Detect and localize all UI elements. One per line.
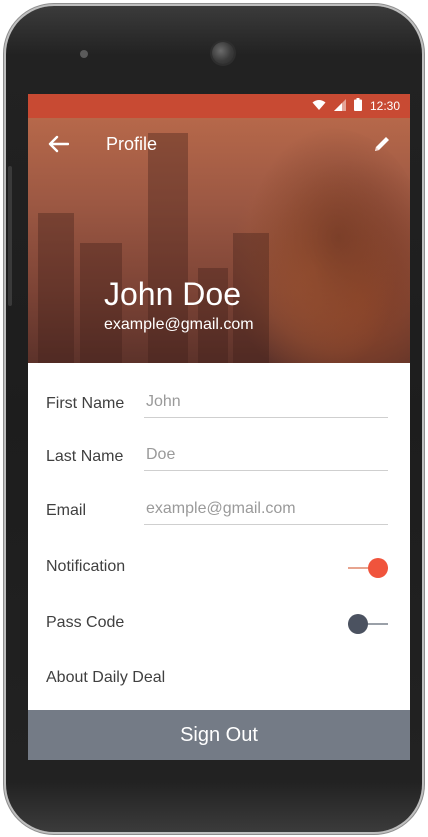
last-name-field-wrapper (144, 440, 388, 471)
arrow-left-icon (47, 135, 70, 158)
pencil-icon (372, 134, 392, 159)
status-time: 12:30 (369, 99, 400, 113)
profile-form: First Name Last Name Email Notification (28, 363, 410, 710)
phone-side-button (8, 166, 12, 306)
last-name-label: Last Name (46, 448, 124, 465)
last-name-field[interactable] (144, 445, 388, 465)
profile-name: John Doe (104, 276, 241, 312)
screen: 12:30 Profile John Doe example@gmail.com… (28, 94, 410, 760)
first-name-row: First Name (28, 383, 410, 427)
pass-code-toggle-knob (348, 614, 368, 634)
email-field[interactable] (144, 499, 388, 519)
email-field-wrapper (144, 494, 388, 525)
notification-toggle-knob (368, 558, 388, 578)
page-title: Profile (106, 134, 158, 154)
profile-header: Profile John Doe example@gmail.com (28, 118, 410, 363)
app-bar: Profile (28, 118, 410, 174)
pass-code-row: Pass Code (28, 602, 410, 646)
front-camera (212, 42, 234, 64)
status-bar: 12:30 (28, 94, 410, 118)
status-icons: 12:30 (312, 98, 400, 114)
first-name-field-wrapper (144, 387, 388, 418)
signal-icon (333, 98, 346, 114)
notification-label: Notification (46, 558, 126, 575)
pass-code-label: Pass Code (46, 614, 125, 631)
back-button[interactable] (44, 132, 72, 160)
wifi-icon (312, 99, 326, 114)
about-row[interactable]: About Daily Deal (28, 657, 410, 701)
first-name-label: First Name (46, 395, 125, 412)
notification-toggle[interactable] (348, 558, 388, 578)
sign-out-button[interactable]: Sign Out (28, 710, 410, 760)
email-row: Email (28, 490, 410, 534)
pass-code-toggle[interactable] (348, 614, 388, 634)
about-daily-deal-link[interactable]: About Daily Deal (46, 669, 165, 687)
email-label: Email (46, 502, 87, 519)
battery-icon (353, 98, 362, 114)
notification-row: Notification (28, 546, 410, 590)
last-name-row: Last Name (28, 436, 410, 480)
first-name-field[interactable] (144, 392, 388, 412)
profile-email: example@gmail.com (104, 316, 254, 333)
header-background-building (38, 213, 74, 363)
phone-sensor-dot (80, 50, 88, 58)
edit-button[interactable] (368, 132, 396, 160)
